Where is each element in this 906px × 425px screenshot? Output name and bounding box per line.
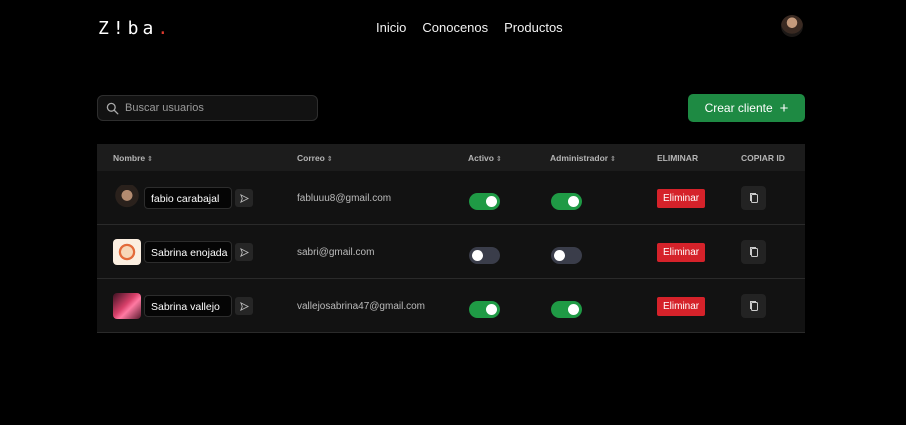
header-administrador[interactable]: Administrador ⇕ <box>550 153 616 163</box>
table-header: Nombre ⇕ Correo ⇕ Activo ⇕ Administrador ⇕ E… <box>97 144 805 171</box>
header-copiar-id: COPIAR ID <box>741 153 785 163</box>
activo-toggle[interactable] <box>469 301 500 318</box>
sort-icon: ⇕ <box>147 156 153 163</box>
nav-item-inicio[interactable]: Inicio <box>376 20 406 35</box>
send-icon <box>239 301 249 311</box>
name-field[interactable]: Sabrina vallejo <box>144 295 232 317</box>
header-eliminar: ELIMINAR <box>657 153 699 163</box>
delete-button[interactable]: Eliminar <box>657 297 706 316</box>
user-avatar[interactable] <box>781 15 803 37</box>
table-row: Sabrina vallejo vallejosabrina47@gmail.c… <box>97 279 805 333</box>
brand-logo[interactable]: Z!ba. <box>98 18 172 39</box>
sort-icon: ⇕ <box>610 156 616 163</box>
email-text: sabri@gmail.com <box>297 247 375 258</box>
table-row: Sabrina enojada sabri@gmail.com Eliminar <box>97 225 805 279</box>
search-icon <box>106 102 119 114</box>
nav-item-productos[interactable]: Productos <box>504 20 563 35</box>
send-icon <box>239 247 249 257</box>
send-icon <box>239 193 249 203</box>
brand-logo-dot: . <box>157 18 173 39</box>
search-bar <box>97 95 318 121</box>
copy-id-button[interactable] <box>741 186 766 210</box>
admin-toggle[interactable] <box>551 247 582 264</box>
copy-icon <box>749 247 758 257</box>
avatar <box>113 185 141 211</box>
admin-toggle[interactable] <box>551 193 582 210</box>
users-table: Nombre ⇕ Correo ⇕ Activo ⇕ Administrador ⇕ E… <box>97 144 805 333</box>
copy-icon <box>749 193 758 203</box>
send-button[interactable] <box>235 189 253 207</box>
sort-icon: ⇕ <box>495 156 502 163</box>
search-input[interactable] <box>125 102 305 114</box>
admin-toggle[interactable] <box>551 301 582 318</box>
header-activo[interactable]: Activo ⇕ <box>468 153 502 163</box>
main-nav: Inicio Conocenos Productos <box>376 20 563 35</box>
sort-icon: ⇕ <box>326 156 333 163</box>
create-client-button[interactable]: Crear cliente + <box>688 94 805 122</box>
table-row: fabio carabajal fabluuu8@gmail.com Elimi… <box>97 171 805 225</box>
send-button[interactable] <box>235 243 253 261</box>
brand-logo-text: Z!ba <box>98 18 158 39</box>
delete-button[interactable]: Eliminar <box>657 243 706 262</box>
copy-id-button[interactable] <box>741 240 766 264</box>
name-field[interactable]: fabio carabajal <box>144 187 232 209</box>
avatar <box>113 239 141 265</box>
name-field[interactable]: Sabrina enojada <box>144 241 232 263</box>
header-correo[interactable]: Correo ⇕ <box>297 153 333 163</box>
header-nombre[interactable]: Nombre ⇕ <box>113 153 153 163</box>
email-text: vallejosabrina47@gmail.com <box>297 301 425 312</box>
nav-item-conocenos[interactable]: Conocenos <box>422 20 488 35</box>
delete-button[interactable]: Eliminar <box>657 189 706 208</box>
copy-id-button[interactable] <box>741 294 766 318</box>
copy-icon <box>749 301 758 311</box>
activo-toggle[interactable] <box>469 193 500 210</box>
send-button[interactable] <box>235 297 253 315</box>
activo-toggle[interactable] <box>469 247 500 264</box>
email-text: fabluuu8@gmail.com <box>297 193 392 204</box>
create-client-label: Crear cliente <box>704 101 773 115</box>
plus-icon: + <box>779 99 789 117</box>
avatar <box>113 293 141 319</box>
